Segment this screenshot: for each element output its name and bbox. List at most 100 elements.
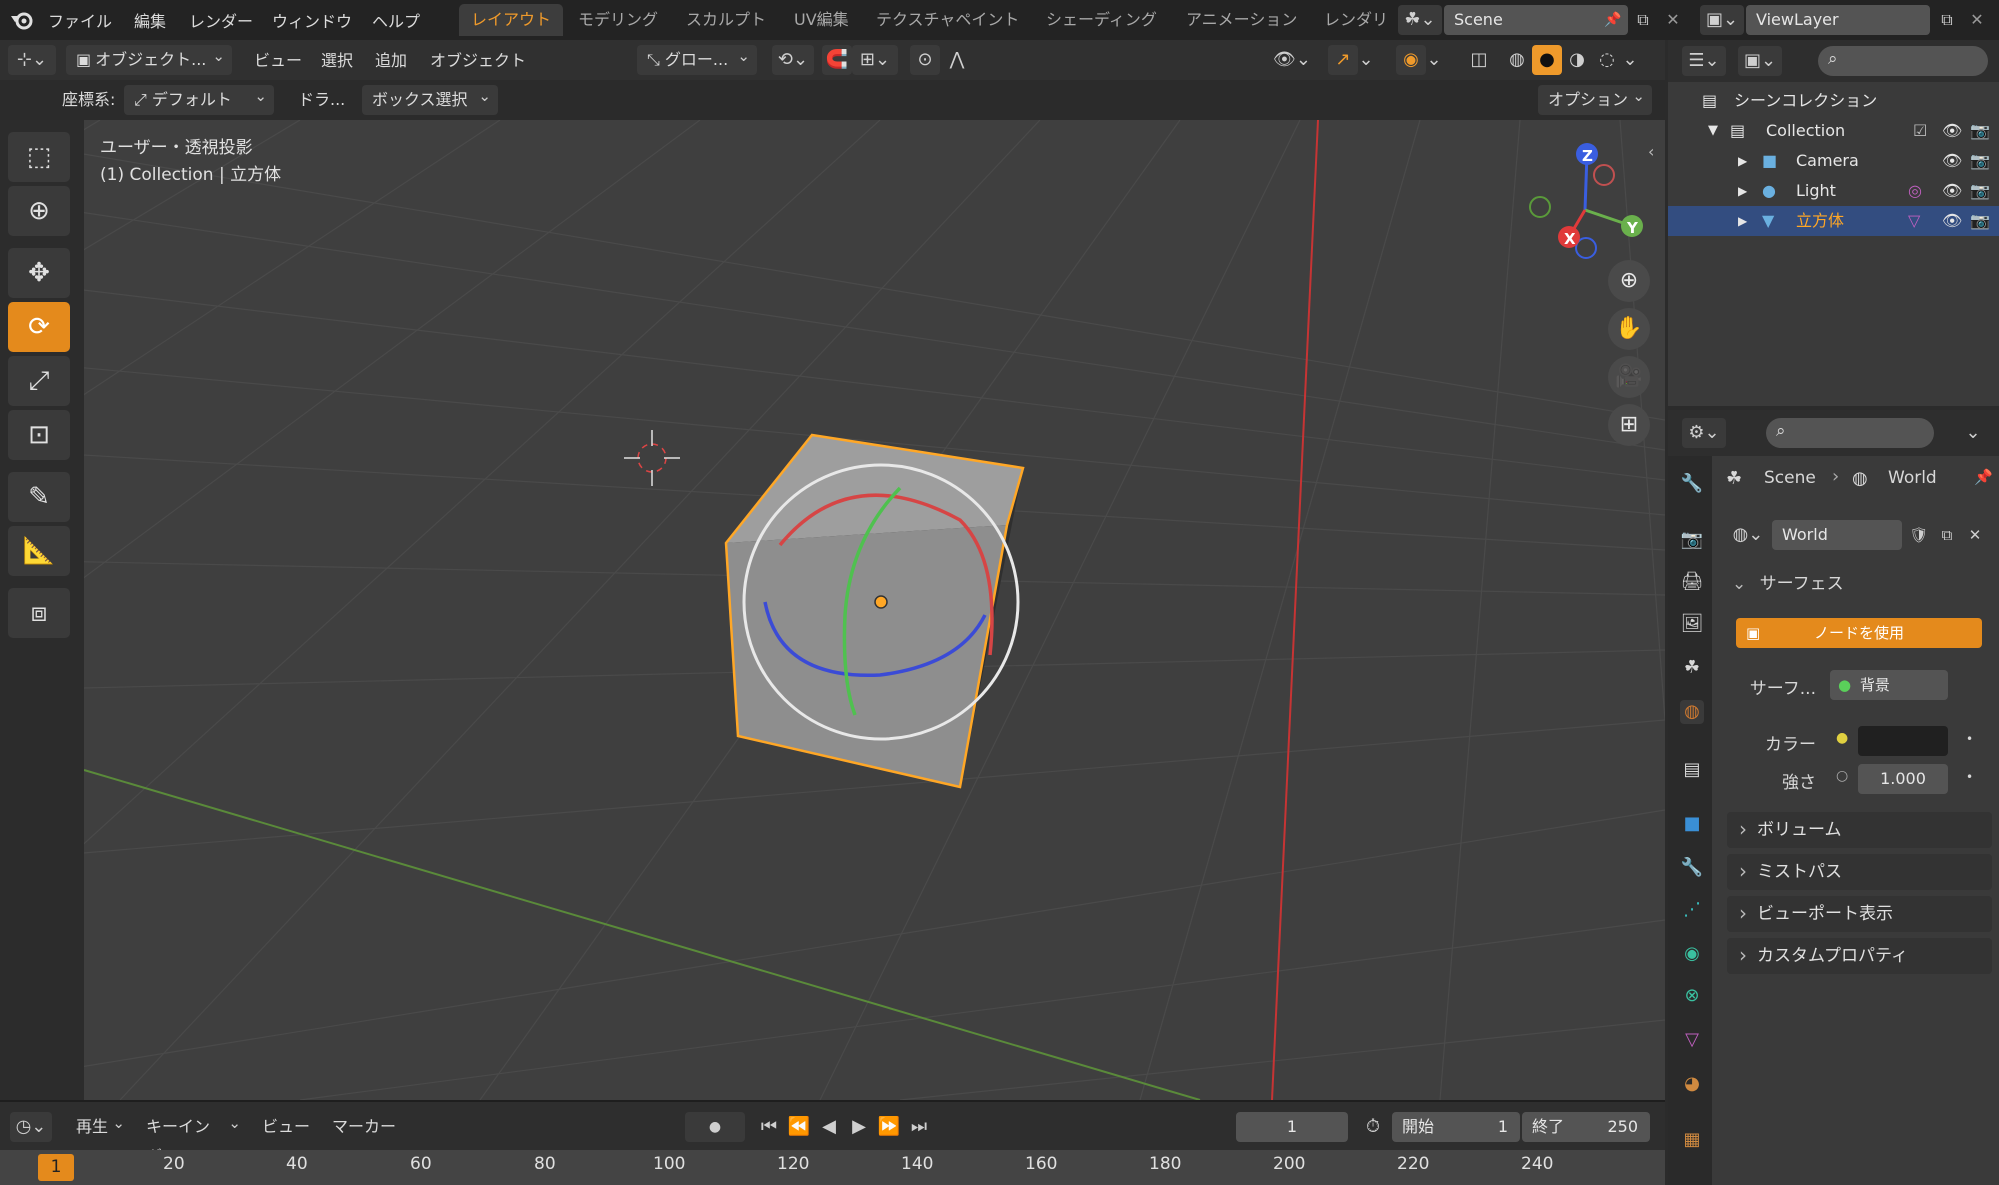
material-shading-icon[interactable]: ◑ xyxy=(1562,45,1592,75)
color-socket-icon[interactable]: ● xyxy=(1836,730,1848,746)
solid-shading-icon[interactable]: ● xyxy=(1532,45,1562,75)
move-tool-icon[interactable]: ✥ xyxy=(8,248,70,298)
rendered-shading-icon[interactable]: ◌ xyxy=(1592,45,1622,75)
world-tab-icon[interactable]: ◍ xyxy=(1680,700,1704,724)
mode-dropdown[interactable]: ▣ オブジェクト... xyxy=(66,41,232,75)
view-layer-tab-icon[interactable]: 🖼 xyxy=(1680,612,1704,636)
snap-toggle-icon[interactable]: 🧲 xyxy=(822,45,852,75)
mist-pass-panel[interactable]: ミストパス xyxy=(1727,853,1992,890)
eye-icon[interactable]: 👁 xyxy=(1942,176,1962,206)
pan-hand-icon[interactable]: ✋ xyxy=(1608,308,1650,350)
surface-shader-field[interactable]: ● 背景 xyxy=(1830,670,1948,700)
world-browse-icon[interactable]: ◍⌄ xyxy=(1726,520,1770,550)
overlay-dropdown-icon[interactable]: ⌄ xyxy=(1426,45,1442,75)
scale-tool-icon[interactable]: ⤢ xyxy=(8,356,70,406)
pivot-point-icon[interactable]: ⟲⌄ xyxy=(772,45,814,75)
viewlayer-name-field[interactable]: ViewLayer xyxy=(1746,5,1930,35)
viewlayer-browse-icon[interactable]: ▣⌄ xyxy=(1700,5,1744,35)
expand-arrow-icon[interactable]: ▶ xyxy=(1738,176,1747,206)
start-frame-field[interactable]: 開始 1 xyxy=(1392,1112,1520,1142)
tab-rendering[interactable]: レンダリ xyxy=(1312,4,1412,36)
outliner-item-light[interactable]: ▶ ● Light ◎ 👁 📷 xyxy=(1668,176,1999,206)
strength-socket-icon[interactable]: ○ xyxy=(1836,768,1848,784)
jump-end-icon[interactable]: ⏭ xyxy=(904,1112,934,1142)
timeline-ruler[interactable]: 1 20 40 60 80 100 120 140 160 180 200 22… xyxy=(0,1150,1665,1185)
timeline-view-menu[interactable]: ビュー xyxy=(262,1112,310,1142)
camera-render-icon[interactable]: 📷 xyxy=(1970,146,1990,176)
end-frame-field[interactable]: 終了 250 xyxy=(1522,1112,1650,1142)
outliner-item-cube[interactable]: ▶ ▼ 立方体 ▽ 👁 📷 xyxy=(1668,206,1999,236)
unlink-world-icon[interactable]: ✕ xyxy=(1960,520,1990,550)
overlay-toggle-icon[interactable]: ◉ xyxy=(1396,45,1426,75)
xray-toggle-icon[interactable]: ◫ xyxy=(1464,45,1494,75)
next-keyframe-icon[interactable]: ⏩ xyxy=(874,1112,904,1142)
viewport-display-panel[interactable]: ビューポート表示 xyxy=(1727,895,1992,932)
camera-render-icon[interactable]: 📷 xyxy=(1970,176,1990,206)
scene-browse-icon[interactable]: ☘⌄ xyxy=(1398,5,1442,35)
tool-tab-icon[interactable]: 🔧 xyxy=(1680,472,1704,496)
eye-icon[interactable]: 👁 xyxy=(1942,116,1962,146)
keyframe-dot-icon[interactable]: • xyxy=(1966,732,1973,746)
select-box-icon[interactable]: ⬚ xyxy=(8,132,70,182)
texture-tab-icon[interactable]: ▦ xyxy=(1680,1128,1704,1152)
annotate-tool-icon[interactable]: ✎ xyxy=(8,472,70,522)
options-dropdown[interactable]: オプション xyxy=(1538,81,1652,115)
strength-field[interactable]: 1.000 xyxy=(1858,764,1948,794)
camera-render-icon[interactable]: 📷 xyxy=(1970,116,1990,146)
playback-menu[interactable]: 再生 xyxy=(66,1108,132,1142)
play-icon[interactable]: ▶ xyxy=(844,1112,874,1142)
menu-render[interactable]: レンダー xyxy=(189,8,253,32)
tab-sculpt[interactable]: スカルプト xyxy=(674,4,778,36)
current-frame-field[interactable]: 1 xyxy=(1236,1112,1348,1142)
wireframe-shading-icon[interactable]: ◍ xyxy=(1502,45,1532,75)
pin-icon[interactable]: 📌 xyxy=(1598,5,1628,35)
mesh-data-icon[interactable]: ▽ xyxy=(1908,206,1920,236)
color-swatch[interactable] xyxy=(1858,726,1948,756)
volume-panel[interactable]: ボリューム xyxy=(1727,811,1992,848)
tab-shading[interactable]: シェーディング xyxy=(1034,4,1169,36)
visibility-filter-icon[interactable]: 👁⌄ xyxy=(1270,45,1314,75)
expand-arrow-icon[interactable]: ▼ xyxy=(1708,116,1718,146)
tab-animation[interactable]: アニメーション xyxy=(1174,4,1309,36)
scene-collection-row[interactable]: ▤ シーンコレクション xyxy=(1668,86,1999,116)
gizmo-dropdown-icon[interactable]: ⌄ xyxy=(1358,45,1374,75)
transform-tool-icon[interactable]: ⊡ xyxy=(8,410,70,460)
record-icon[interactable]: ● xyxy=(685,1112,745,1142)
output-tab-icon[interactable]: 🖨 xyxy=(1680,570,1704,594)
menu-select[interactable]: 選択 xyxy=(321,46,353,76)
menu-edit[interactable]: 編集 xyxy=(134,8,166,32)
surface-panel-header[interactable]: ⌄ サーフェス xyxy=(1726,566,1992,602)
cursor-tool-icon[interactable]: ⊕ xyxy=(8,186,70,236)
data-tab-icon[interactable]: ▽ xyxy=(1680,1028,1704,1052)
outliner-editor-icon[interactable]: ☰⌄ xyxy=(1682,46,1726,76)
render-tab-icon[interactable]: 📷 xyxy=(1680,528,1704,552)
tab-uv-editing[interactable]: UV編集 xyxy=(782,4,861,36)
expand-arrow-icon[interactable]: ▶ xyxy=(1738,146,1747,176)
menu-window[interactable]: ウィンドウ xyxy=(272,8,352,32)
display-mode-icon[interactable]: ▣⌄ xyxy=(1738,46,1782,76)
perspective-toggle-icon[interactable]: ⊞ xyxy=(1608,404,1650,446)
checkbox-icon[interactable]: ☑ xyxy=(1913,116,1927,146)
collection-row[interactable]: ▼ ▤ Collection ☑ 👁 📷 xyxy=(1668,116,1999,146)
tab-layout[interactable]: レイアウト xyxy=(459,4,564,36)
use-nodes-button[interactable]: ▣ ノードを使用 xyxy=(1736,618,1982,648)
object-tab-icon[interactable]: ■ xyxy=(1680,812,1704,836)
rotate-tool-icon[interactable]: ⟳ xyxy=(8,302,70,352)
properties-search-input[interactable]: ⌕ xyxy=(1766,418,1934,448)
sidebar-toggle-icon[interactable]: ‹ xyxy=(1648,142,1664,168)
tab-modeling[interactable]: モデリング xyxy=(566,4,670,36)
new-viewlayer-icon[interactable]: ⧉ xyxy=(1932,5,1962,35)
prev-keyframe-icon[interactable]: ⏪ xyxy=(784,1112,814,1142)
constraints-tab-icon[interactable]: ⊗ xyxy=(1680,984,1704,1008)
light-data-icon[interactable]: ◎ xyxy=(1908,176,1922,206)
custom-properties-panel[interactable]: カスタムプロパティ xyxy=(1727,937,1992,974)
menu-add[interactable]: 追加 xyxy=(375,46,407,76)
3d-viewport[interactable]: ユーザー・透視投影 (1) Collection | 立方体 Z Y X ⊕ ✋… xyxy=(0,120,1665,1100)
physics-tab-icon[interactable]: ◉ xyxy=(1680,942,1704,966)
transform-orientation-dropdown[interactable]: ⤡ グロー... xyxy=(637,41,757,75)
modifier-tab-icon[interactable]: 🔧 xyxy=(1680,856,1704,880)
menu-view[interactable]: ビュー xyxy=(254,46,302,76)
expand-arrow-icon[interactable]: ▶ xyxy=(1738,206,1747,236)
world-name-field[interactable]: World xyxy=(1772,520,1902,550)
coord-system-dropdown[interactable]: ⤢ デフォルト xyxy=(124,81,274,115)
